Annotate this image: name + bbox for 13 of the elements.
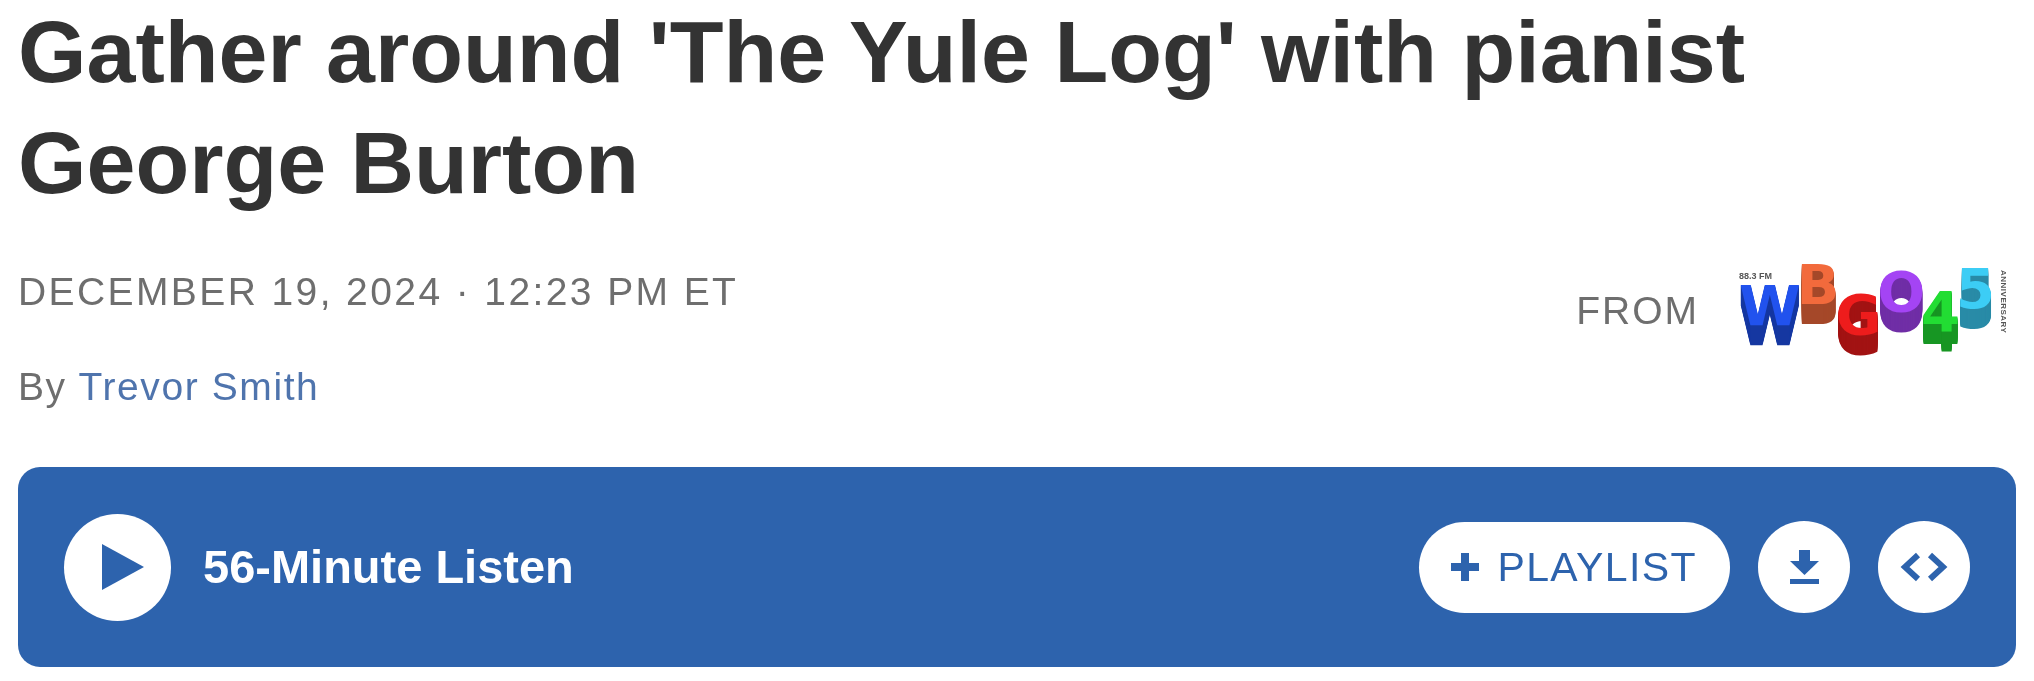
logo-tagline-text: ANNIVERSARY	[1999, 270, 2008, 334]
byline: By Trevor Smith	[18, 364, 321, 410]
logo-frequency-text: 88.3 FM	[1739, 271, 1773, 281]
listen-duration-label: 56-Minute Listen	[203, 539, 574, 595]
publish-date: DECEMBER 19, 2024 · 12:23 PM ET	[18, 269, 739, 315]
article-title: Gather around 'The Yule Log' with pianist George Burton	[18, 1, 1747, 214]
play-icon	[101, 544, 144, 590]
author-link[interactable]: Trevor Smith	[78, 365, 320, 408]
angle-brackets-icon	[1900, 552, 1948, 582]
from-label: FROM	[1576, 288, 1699, 335]
download-icon	[1789, 550, 1819, 584]
playlist-button[interactable]: PLAYLIST	[1419, 521, 1730, 613]
plus-icon	[1451, 553, 1480, 581]
